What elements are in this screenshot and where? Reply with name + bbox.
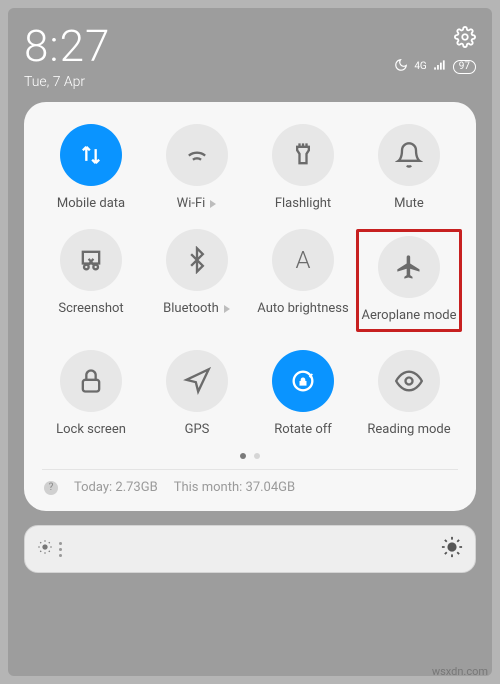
bell-icon	[378, 124, 440, 186]
slider-grip-icon	[59, 542, 62, 557]
status-icons: 4G 97	[394, 58, 476, 75]
mobile-data-icon	[60, 124, 122, 186]
tile-label: Reading mode	[367, 422, 450, 437]
tile-label: Auto brightness	[257, 301, 348, 316]
divider	[42, 469, 458, 470]
scissors-icon	[60, 229, 122, 291]
tile-label: Aeroplane mode	[362, 308, 457, 323]
signal-icon	[433, 58, 447, 75]
bluetooth-icon	[166, 229, 228, 291]
page-indicator	[38, 453, 462, 459]
wifi-icon	[166, 124, 228, 186]
help-icon: ?	[44, 481, 58, 495]
expand-icon[interactable]	[224, 305, 230, 313]
watermark: wsxdn.com	[432, 665, 488, 678]
tile-label: Mute	[394, 196, 424, 211]
rotate-lock-icon	[272, 350, 334, 412]
brightness-high-icon	[441, 536, 463, 562]
flashlight-icon	[272, 124, 334, 186]
battery-badge: 97	[453, 60, 476, 74]
page-dot-1	[240, 453, 246, 459]
usage-month: This month: 37.04GB	[174, 480, 295, 495]
tile-label: Bluetooth	[163, 301, 219, 316]
tile-screenshot[interactable]: Screenshot	[38, 229, 144, 332]
tile-label: Lock screen	[56, 422, 126, 437]
page-dot-2	[254, 453, 260, 459]
tile-label: Rotate off	[274, 422, 332, 437]
tile-label: Flashlight	[275, 196, 331, 211]
tiles-grid: Mobile data Wi-Fi Flashlight Mute	[38, 124, 462, 437]
brightness-low-icon	[37, 539, 53, 559]
tile-flashlight[interactable]: Flashlight	[250, 124, 356, 211]
tile-reading-mode[interactable]: Reading mode	[356, 350, 462, 437]
clock: 8:27	[24, 20, 110, 72]
dnd-icon	[394, 58, 408, 75]
tile-label: Wi-Fi	[177, 196, 206, 211]
tile-wifi[interactable]: Wi-Fi	[144, 124, 250, 211]
tile-mobile-data[interactable]: Mobile data	[38, 124, 144, 211]
brightness-slider[interactable]	[24, 525, 476, 573]
airplane-icon	[378, 236, 440, 298]
quick-settings-panel: Mobile data Wi-Fi Flashlight Mute	[24, 102, 476, 511]
tile-label: Mobile data	[57, 196, 125, 211]
lock-icon	[60, 350, 122, 412]
tile-aeroplane-mode[interactable]: Aeroplane mode	[356, 229, 462, 332]
tile-label: Screenshot	[58, 301, 123, 316]
network-type: 4G	[414, 61, 426, 72]
tile-bluetooth[interactable]: Bluetooth	[144, 229, 250, 332]
tile-rotate-off[interactable]: Rotate off	[250, 350, 356, 437]
date: Tue, 7 Apr	[24, 74, 110, 90]
tile-auto-brightness[interactable]: A Auto brightness	[250, 229, 356, 332]
data-usage-row[interactable]: ? Today: 2.73GB This month: 37.04GB	[38, 478, 462, 499]
settings-button[interactable]	[454, 26, 476, 52]
expand-icon[interactable]	[210, 200, 216, 208]
tile-mute[interactable]: Mute	[356, 124, 462, 211]
location-icon	[166, 350, 228, 412]
status-bar: 8:27 Tue, 7 Apr 4G 97	[24, 20, 476, 90]
usage-today: Today: 2.73GB	[74, 480, 158, 495]
tile-gps[interactable]: GPS	[144, 350, 250, 437]
tile-lock-screen[interactable]: Lock screen	[38, 350, 144, 437]
tile-label: GPS	[185, 422, 210, 437]
eye-icon	[378, 350, 440, 412]
auto-brightness-icon: A	[272, 229, 334, 291]
